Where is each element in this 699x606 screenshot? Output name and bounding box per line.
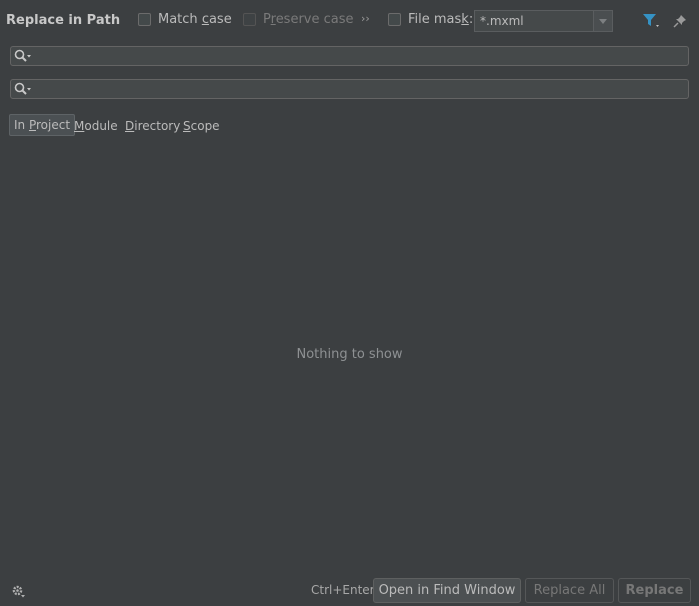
replace-all-button[interactable]: Replace All <box>525 578 614 603</box>
replace-field[interactable] <box>10 79 689 99</box>
chevron-down-icon <box>599 19 607 24</box>
tab-module[interactable]: Module <box>74 119 118 133</box>
open-in-find-window-button[interactable]: Open in Find Window <box>373 578 521 603</box>
search-field[interactable] <box>10 46 689 66</box>
file-mask-checkbox[interactable] <box>388 13 401 26</box>
pin-icon[interactable] <box>672 13 688 29</box>
shortcut-hint: Ctrl+Enter <box>311 583 375 597</box>
match-case-checkbox[interactable] <box>138 13 151 26</box>
search-icon[interactable] <box>13 48 35 68</box>
preserve-case-checkbox[interactable] <box>243 13 256 26</box>
replace-button[interactable]: Replace <box>618 578 691 603</box>
dialog-title: Replace in Path <box>6 13 121 28</box>
more-options-button[interactable]: ›› <box>361 12 370 25</box>
match-case-option[interactable]: Match case <box>138 12 232 27</box>
file-mask-combobox[interactable]: *.mxml <box>474 10 613 32</box>
match-case-label: Match case <box>158 12 232 27</box>
filter-icon[interactable] <box>642 13 660 29</box>
file-mask-option[interactable]: File mask: <box>388 12 473 27</box>
preserve-case-option[interactable]: Preserve case <box>243 12 354 27</box>
results-empty-text: Nothing to show <box>296 347 403 362</box>
preserve-case-label: Preserve case <box>263 12 354 27</box>
search-icon[interactable] <box>13 81 35 101</box>
file-mask-label: File mask: <box>408 12 474 27</box>
file-mask-dropdown-button[interactable] <box>593 11 612 31</box>
search-input[interactable] <box>39 48 679 64</box>
tab-in-project[interactable]: In Project <box>9 114 76 136</box>
gear-icon[interactable] <box>11 584 27 600</box>
tab-scope[interactable]: Scope <box>183 119 220 133</box>
tab-directory[interactable]: Directory <box>125 119 180 133</box>
replace-input[interactable] <box>39 81 679 97</box>
file-mask-value[interactable]: *.mxml <box>480 14 524 28</box>
